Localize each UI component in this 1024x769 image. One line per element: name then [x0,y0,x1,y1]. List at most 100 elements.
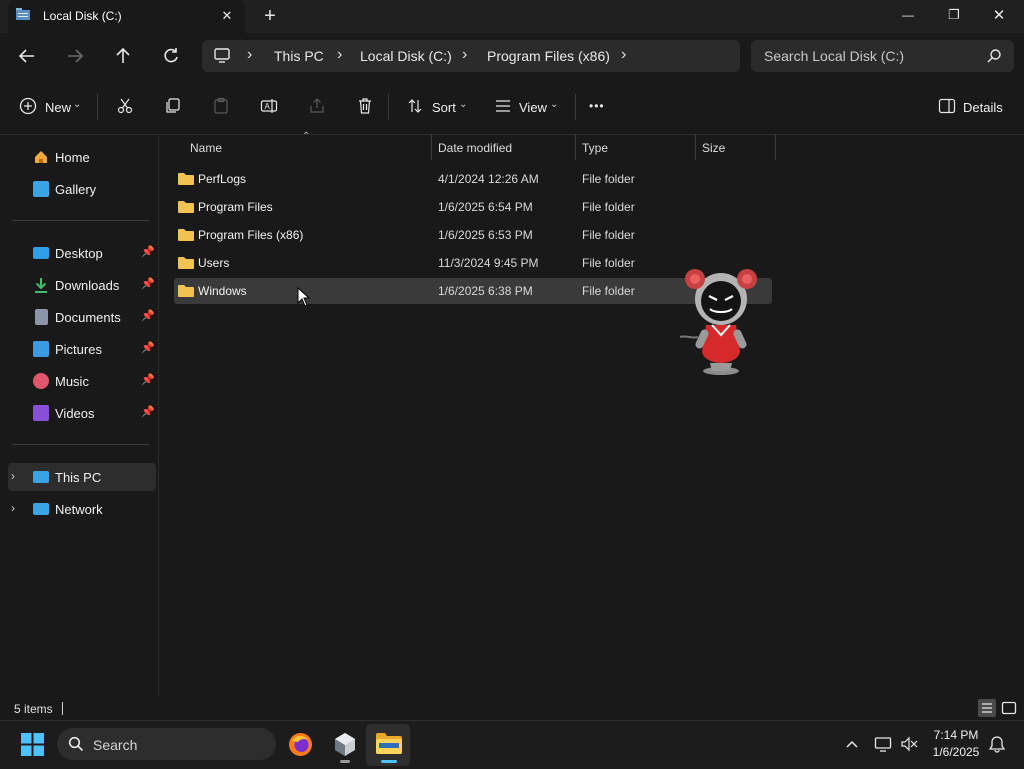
robot-mascot-icon [679,269,757,375]
item-count: 5 items [14,702,53,716]
videos-icon [33,405,49,421]
breadcrumb-chevron-icon[interactable]: › [462,46,467,64]
sort-icon[interactable] [406,97,424,115]
nav-item-videos[interactable]: Videos 📌 [8,399,156,427]
app-cube-icon[interactable] [333,732,357,757]
search-icon[interactable] [986,48,1002,64]
documents-icon [35,309,48,325]
column-divider[interactable] [695,134,696,160]
nav-item-documents[interactable]: Documents 📌 [8,303,156,331]
pin-icon[interactable]: 📌 [141,245,155,258]
file-row-program-files[interactable]: Program Files 1/6/2025 6:54 PM File fold… [174,194,772,220]
pin-icon[interactable]: 📌 [141,405,155,418]
file-name: PerfLogs [198,172,247,186]
search-placeholder[interactable]: Search Local Disk (C:) [764,48,904,64]
breadcrumb-chevron-icon[interactable]: › [247,46,252,64]
details-view-icon[interactable] [978,699,996,717]
breadcrumb-local-disk[interactable]: Local Disk (C:) [360,48,452,64]
firefox-icon[interactable] [288,732,313,757]
toolbar-divider [97,94,98,120]
chevron-right-icon[interactable]: › [11,469,15,483]
folder-icon [178,173,194,185]
column-header-date[interactable]: Date modified [438,141,512,155]
chevron-down-icon[interactable]: ⌄ [550,99,558,110]
new-button[interactable]: New [45,100,71,115]
breadcrumb-program-files-x86[interactable]: Program Files (x86) [487,48,610,64]
clock-time[interactable]: 7:14 PM [930,728,982,742]
new-tab-button[interactable]: + [259,4,281,28]
file-row-program-files-x86[interactable]: Program Files (x86) 1/6/2025 6:53 PM Fil… [174,222,772,248]
pin-icon[interactable]: 📌 [141,309,155,322]
file-type: File folder [582,228,635,242]
nav-item-network[interactable]: › Network [8,495,156,523]
delete-icon[interactable] [356,97,374,115]
back-arrow-icon[interactable] [17,46,37,66]
restore-button[interactable]: ❐ [940,4,968,26]
status-separator [62,702,63,715]
home-icon [33,149,49,165]
plus-circle-icon[interactable] [19,97,37,115]
close-button[interactable]: ✕ [985,4,1013,26]
column-header-size[interactable]: Size [702,141,725,155]
chevron-down-icon[interactable]: ⌄ [459,99,467,110]
nav-item-desktop[interactable]: Desktop 📌 [8,239,156,267]
speaker-muted-icon[interactable] [900,735,918,753]
mouse-cursor-icon [297,287,311,307]
sort-button[interactable]: Sort [432,100,456,115]
file-date: 1/6/2025 6:38 PM [438,284,533,298]
file-type: File folder [582,172,635,186]
nav-item-music[interactable]: Music 📌 [8,367,156,395]
nav-item-gallery[interactable]: Gallery [8,175,156,203]
details-button[interactable]: Details [963,100,1003,115]
svg-text:A: A [265,102,271,111]
taskbar-search-box[interactable] [57,728,276,760]
pin-icon[interactable]: 📌 [141,341,155,354]
view-icon[interactable] [494,97,512,115]
minimize-button[interactable]: — [894,4,922,26]
nav-item-pictures[interactable]: Pictures 📌 [8,335,156,363]
rename-icon[interactable]: A [260,97,278,115]
tiles-view-icon[interactable] [1000,699,1018,717]
chevron-right-icon[interactable]: › [11,501,15,515]
pin-icon[interactable]: 📌 [141,373,155,386]
column-header-name[interactable]: Name [190,141,222,155]
notification-bell-icon[interactable] [988,735,1006,753]
breadcrumb-chevron-icon[interactable]: › [621,46,626,64]
desktop-icon [33,247,49,259]
breadcrumb-chevron-icon[interactable]: › [337,46,342,64]
file-row-perflogs[interactable]: PerfLogs 4/1/2024 12:26 AM File folder [174,166,772,192]
column-header-type[interactable]: Type [582,141,608,155]
file-date: 1/6/2025 6:54 PM [438,200,533,214]
refresh-icon[interactable] [161,46,181,66]
breadcrumb-this-pc[interactable]: This PC [274,48,324,64]
file-name: Program Files (x86) [198,228,304,242]
column-divider[interactable] [431,134,432,160]
column-divider[interactable] [775,134,776,160]
network-status-icon[interactable] [874,735,892,753]
nav-label: Videos [55,406,95,421]
forward-arrow-icon[interactable] [65,46,85,66]
cut-icon[interactable] [116,97,134,115]
view-button[interactable]: View [519,100,547,115]
windows-start-icon[interactable] [21,733,44,756]
pin-icon[interactable]: 📌 [141,277,155,290]
chevron-up-icon[interactable] [845,737,859,751]
folder-icon [178,229,194,241]
monitor-icon [214,48,230,63]
clock-date[interactable]: 1/6/2025 [930,745,982,759]
more-options-button[interactable]: ••• [589,99,605,113]
nav-item-this-pc[interactable]: › This PC [8,463,156,491]
nav-item-downloads[interactable]: Downloads 📌 [8,271,156,299]
taskbar-search-label: Search [93,737,138,753]
tab-close-button[interactable]: ✕ [216,5,238,27]
nav-item-home[interactable]: Home [8,143,156,171]
chevron-down-icon[interactable]: ⌄ [73,99,81,110]
copy-icon[interactable] [164,97,182,115]
up-arrow-icon[interactable] [113,46,133,66]
pictures-icon [33,341,49,357]
column-divider[interactable] [575,134,576,160]
paste-icon[interactable] [212,97,230,115]
details-pane-icon[interactable] [938,98,956,114]
share-icon[interactable] [308,97,326,115]
file-date: 1/6/2025 6:53 PM [438,228,533,242]
